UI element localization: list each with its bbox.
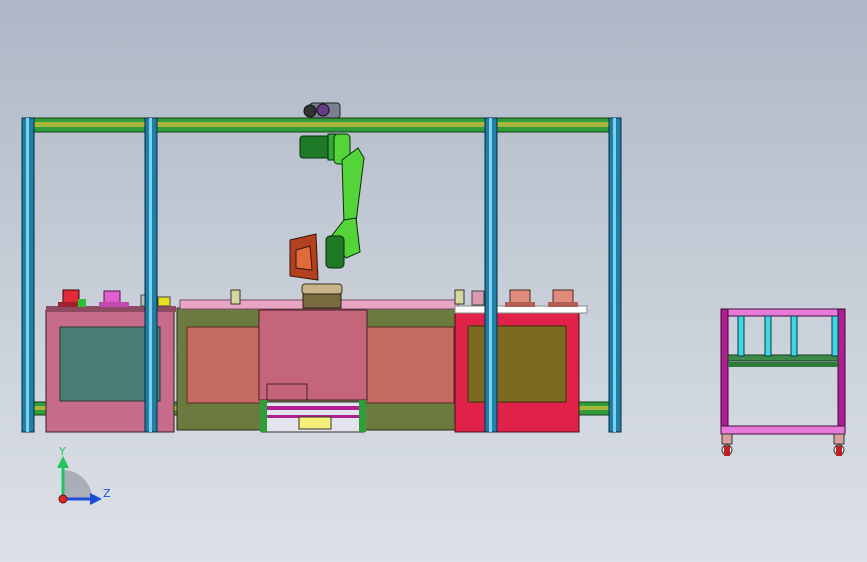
- pedestal-foot-left: [260, 400, 267, 432]
- z-axis-label: Z: [103, 487, 111, 500]
- center-left-panel: [186, 326, 264, 404]
- gripper: [289, 233, 319, 281]
- column-3-stripe: [489, 118, 492, 432]
- center-right-panel: [365, 326, 455, 404]
- gripper-jaw: [295, 245, 313, 271]
- cart-left-leg: [720, 308, 729, 435]
- cart-cyan-post-2: [764, 315, 772, 357]
- coordinate-triad: Y Z: [57, 445, 111, 505]
- fixture-salmon-1-base: [505, 302, 535, 307]
- turntable-base: [302, 293, 342, 309]
- column-2-stripe: [149, 118, 152, 432]
- camera-lens-left: [303, 104, 317, 118]
- cart-cyan-post-3: [790, 315, 798, 357]
- fixture-magenta-base: [99, 302, 129, 307]
- robot-pedestal: [258, 309, 368, 433]
- cad-viewport: Y Z: [21, 102, 846, 505]
- fixture-yellow: [157, 296, 171, 307]
- z-axis-arrow: [90, 493, 102, 505]
- cart-top-rail: [720, 308, 846, 317]
- cart-wheel-left: [721, 433, 733, 456]
- right-station-top: [454, 305, 588, 314]
- robot-wrist: [325, 235, 345, 269]
- camera-lens-main: [316, 103, 330, 117]
- top-beam-inner: [22, 122, 620, 127]
- column-1-stripe: [26, 118, 29, 432]
- cart-bottom-rail: [720, 425, 846, 435]
- camera-unit: [303, 102, 341, 119]
- cart-cyan-post-4: [831, 315, 839, 357]
- fixture-salmon-2-base: [548, 302, 578, 307]
- side-cart: [720, 308, 846, 456]
- robot-upper-arm: [341, 147, 365, 225]
- pedestal-foot-right: [359, 400, 366, 432]
- pedestal-door: [266, 383, 308, 401]
- right-station: [454, 305, 588, 433]
- turntable: [301, 283, 343, 309]
- fixture-salmon-2: [552, 289, 574, 305]
- cart-wheel-right: [833, 433, 845, 456]
- cart-cyan-post-1: [737, 315, 745, 357]
- triad-origin: [58, 494, 68, 504]
- cart-shelf-lower: [728, 362, 838, 367]
- right-station-panel: [467, 325, 567, 403]
- column-4-stripe: [613, 118, 616, 432]
- pedestal-base-rail: [262, 406, 364, 410]
- cart-right-leg: [837, 308, 846, 435]
- turntable-disk: [301, 283, 343, 295]
- triad-quadrant: [63, 470, 92, 499]
- fixture-salmon-1: [509, 289, 531, 305]
- fixture-sensor-right: [454, 289, 465, 305]
- pedestal-label-plate: [298, 416, 332, 430]
- y-axis-label: Y: [58, 445, 66, 458]
- fixture-sensor-left: [230, 289, 241, 305]
- fixture-green-small: [78, 299, 86, 307]
- fixture-pink-small: [471, 290, 485, 306]
